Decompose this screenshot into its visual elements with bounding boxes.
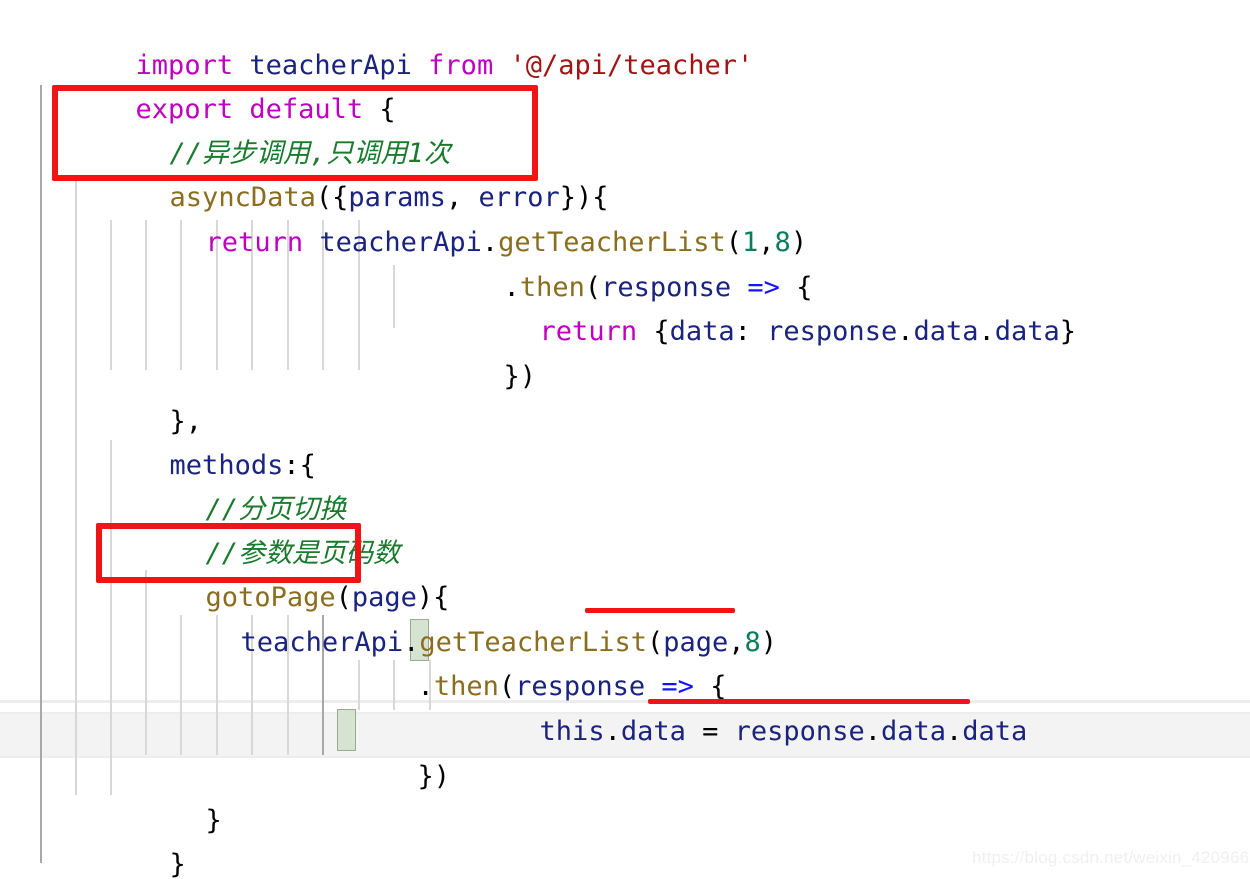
code-screenshot: import teacherApi from '@/api/teacher' e… bbox=[0, 0, 1250, 879]
code-line-8[interactable]: }) bbox=[0, 311, 1250, 392]
code-line-7[interactable]: return {data: response.data.data} bbox=[0, 266, 1250, 347]
code-line-19[interactable]: } bbox=[0, 799, 1250, 879]
annotation-red-underline-response-data bbox=[648, 699, 970, 704]
code-line-18[interactable]: } bbox=[0, 755, 1250, 836]
csdn-watermark: https://blog.csdn.net/weixin_42096624 bbox=[972, 848, 1250, 867]
annotation-red-box-gotopage bbox=[96, 523, 361, 583]
code-line-2[interactable]: export default { bbox=[0, 44, 1250, 125]
code-line-11[interactable]: //分页切换 bbox=[0, 444, 1250, 525]
code-line-15[interactable]: .then(response => { bbox=[0, 621, 1250, 702]
annotation-red-box-asyncdata bbox=[52, 85, 538, 181]
code-line-9[interactable]: }, bbox=[0, 356, 1250, 437]
code-line-1[interactable]: import teacherApi from '@/api/teacher' bbox=[0, 0, 1250, 81]
code-line-5[interactable]: return teacherApi.getTeacherList(1,8) bbox=[0, 177, 1250, 258]
annotation-red-underline-page8 bbox=[585, 608, 735, 613]
code-line-6[interactable]: .then(response => { bbox=[0, 222, 1250, 303]
code-line-14[interactable]: teacherApi.getTeacherList(page,8) bbox=[0, 577, 1250, 658]
code-line-17[interactable]: }) bbox=[0, 711, 1250, 792]
code-line-16[interactable]: this.data = response.data.data bbox=[0, 666, 1250, 747]
code-line-10[interactable]: methods:{ bbox=[0, 400, 1250, 481]
code-editor-area[interactable]: import teacherApi from '@/api/teacher' e… bbox=[0, 0, 1250, 879]
